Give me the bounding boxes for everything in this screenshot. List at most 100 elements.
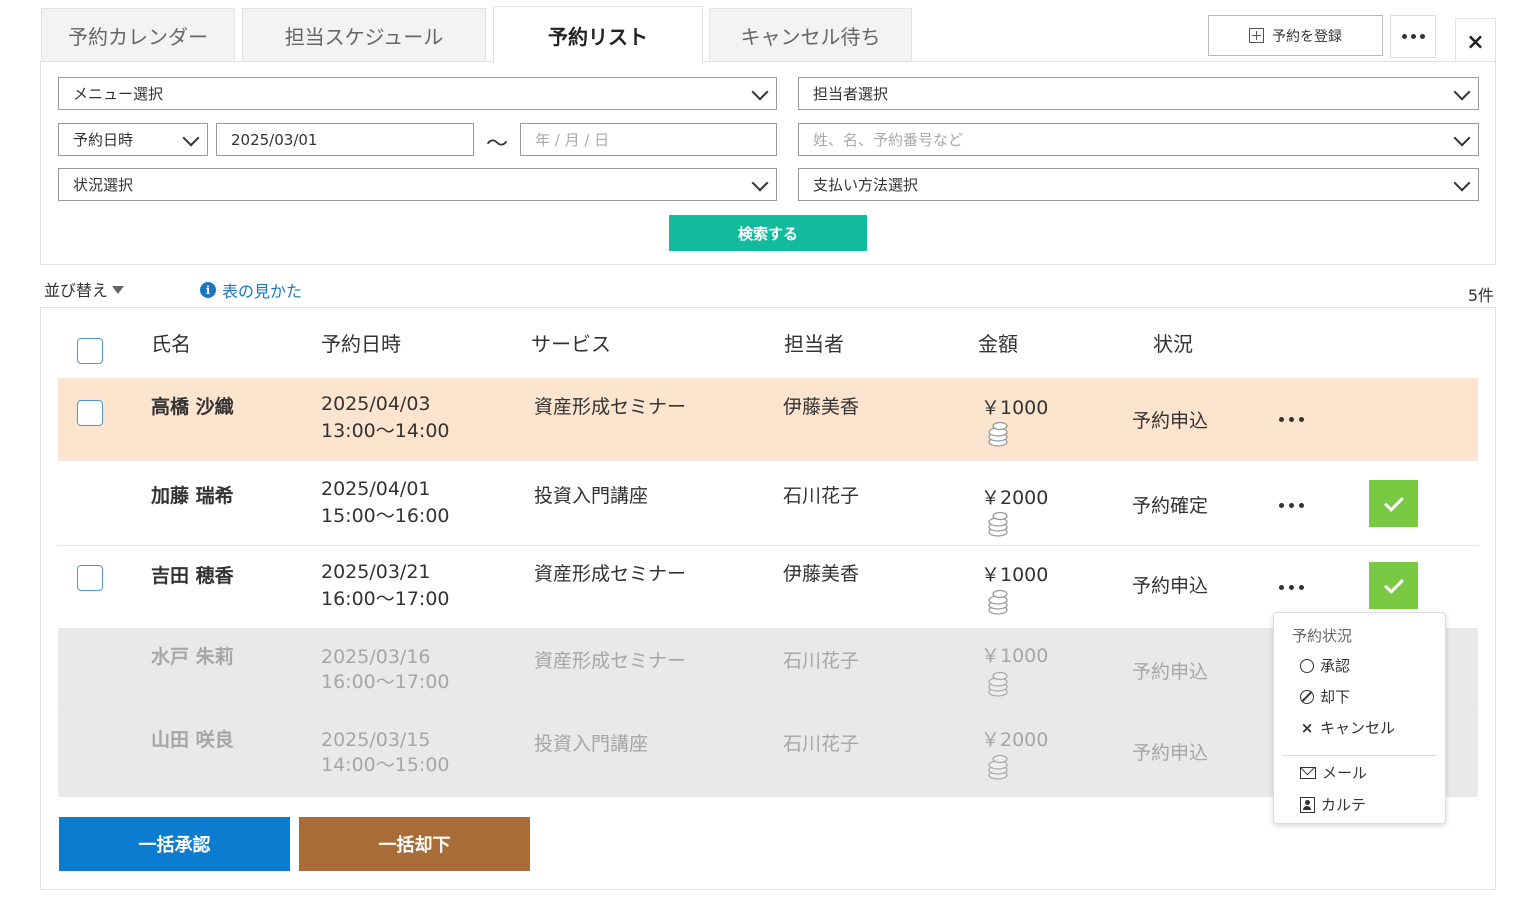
- row-staff: 石川花子: [783, 733, 860, 755]
- ban-icon: [1300, 689, 1314, 704]
- bulk-approve-label: 一括承認: [138, 835, 211, 856]
- more-dot: [1419, 34, 1425, 39]
- check-icon: [1383, 491, 1404, 512]
- more-dot: [1299, 503, 1304, 508]
- header-more-button[interactable]: [1390, 15, 1436, 58]
- table-help-link[interactable]: i 表の見かた: [200, 278, 302, 302]
- table-row: 山田 咲良 2025/03/15 14:00～15:00 投資入門講座 石川花子…: [58, 712, 1478, 797]
- menu-divider: [1282, 755, 1437, 756]
- row-service: 資産形成セミナー: [534, 650, 687, 672]
- table-row: 水戸 朱莉 2025/03/16 16:00～17:00 資産形成セミナー 石川…: [58, 629, 1478, 712]
- info-icon: i: [200, 282, 216, 298]
- more-dots-icon: [1279, 585, 1284, 590]
- row-date: 2025/04/03: [321, 393, 431, 415]
- date-to-placeholder: 年 / 月 / 日: [535, 131, 610, 149]
- menu-item-reject[interactable]: 却下: [1300, 686, 1350, 707]
- plus-square-icon: [1249, 28, 1264, 43]
- row-name: 吉田 穂香: [151, 565, 234, 587]
- more-dots-icon: [1401, 34, 1407, 39]
- row-status: 予約申込: [1132, 410, 1209, 432]
- row-time: 16:00～17:00: [321, 671, 450, 693]
- tab-label: 担当スケジュール: [284, 25, 444, 49]
- keyword-search-select[interactable]: 姓、名、予約番号など: [798, 123, 1479, 156]
- more-dot: [1289, 503, 1294, 508]
- row-service: 資産形成セミナー: [534, 563, 687, 585]
- tab-staff-schedule[interactable]: 担当スケジュール: [242, 8, 486, 62]
- patient-card-icon: [1300, 796, 1315, 813]
- row-more-button[interactable]: [1279, 585, 1304, 590]
- table-row[interactable]: 加藤 瑞希 2025/04/01 15:00～16:00 投資入門講座 石川花子…: [58, 463, 1478, 546]
- header-staff: 担当者: [784, 332, 844, 356]
- keyword-placeholder: 姓、名、予約番号など: [813, 131, 964, 149]
- row-checkbox[interactable]: [77, 400, 103, 426]
- date-from-value: 2025/03/01: [231, 130, 318, 149]
- date-type-select[interactable]: 予約日時: [58, 123, 208, 156]
- menu-label: カルテ: [1321, 796, 1367, 814]
- x-icon: ×: [1300, 718, 1314, 737]
- chevron-down-icon: [751, 174, 769, 192]
- caret-down-icon: [112, 286, 125, 294]
- table-row[interactable]: 吉田 穂香 2025/03/21 16:00～17:00 資産形成セミナー 伊藤…: [58, 546, 1478, 629]
- staff-select[interactable]: 担当者選択: [798, 77, 1479, 110]
- row-amount: ￥2000: [981, 487, 1049, 509]
- row-service: 投資入門講座: [534, 485, 649, 507]
- chevron-down-icon: [1453, 174, 1471, 192]
- tab-reservation-list[interactable]: 予約リスト: [493, 6, 703, 63]
- coin-stack-icon: [988, 421, 1008, 447]
- close-button[interactable]: ×: [1455, 18, 1496, 66]
- sort-dropdown[interactable]: 並び替え: [44, 277, 125, 301]
- row-name: 加藤 瑞希: [151, 485, 234, 507]
- bulk-approve-button[interactable]: 一括承認: [59, 817, 290, 871]
- tab-label: 予約カレンダー: [68, 25, 208, 49]
- coin-stack-icon: [988, 754, 1008, 780]
- row-amount: ￥1000: [981, 397, 1049, 419]
- date-type-value: 予約日時: [73, 131, 134, 149]
- status-select-value: 状況選択: [73, 176, 134, 194]
- date-from-input[interactable]: 2025/03/01: [216, 123, 474, 156]
- close-icon: ×: [1466, 30, 1485, 55]
- result-count: 5件: [1467, 286, 1494, 305]
- payment-select[interactable]: 支払い方法選択: [798, 168, 1479, 201]
- row-staff: 伊藤美香: [783, 396, 860, 418]
- search-button[interactable]: 検索する: [669, 215, 867, 251]
- row-more-button[interactable]: [1279, 417, 1304, 422]
- header-name: 氏名: [151, 332, 191, 356]
- menu-select-value: メニュー選択: [73, 85, 164, 103]
- tab-reservation-calendar[interactable]: 予約カレンダー: [41, 8, 235, 62]
- register-reservation-button[interactable]: 予約を登録: [1208, 15, 1383, 56]
- table-row[interactable]: 高橋 沙織 2025/04/03 13:00～14:00 資産形成セミナー 伊藤…: [58, 378, 1478, 461]
- header-amount: 金額: [978, 332, 1018, 356]
- more-dot: [1289, 585, 1294, 590]
- confirm-button[interactable]: [1369, 562, 1418, 609]
- row-amount: ￥1000: [981, 564, 1049, 586]
- select-all-checkbox[interactable]: [77, 338, 103, 364]
- row-more-button[interactable]: [1279, 503, 1304, 508]
- row-checkbox[interactable]: [77, 565, 103, 591]
- chevron-down-icon: [1453, 129, 1471, 147]
- date-to-input[interactable]: 年 / 月 / 日: [520, 123, 777, 156]
- row-time: 13:00～14:00: [321, 420, 450, 442]
- menu-item-approve[interactable]: 承認: [1300, 655, 1350, 676]
- more-dot: [1410, 34, 1416, 39]
- header-status: 状況: [1153, 332, 1193, 356]
- payment-select-value: 支払い方法選択: [813, 176, 919, 194]
- row-name: 山田 咲良: [151, 729, 234, 751]
- row-staff: 伊藤美香: [783, 563, 860, 585]
- bulk-reject-button[interactable]: 一括却下: [299, 817, 530, 871]
- menu-item-cancel[interactable]: × キャンセル: [1300, 717, 1395, 738]
- howto-label: 表の見かた: [222, 282, 303, 301]
- confirm-button[interactable]: [1369, 480, 1418, 527]
- status-select[interactable]: 状況選択: [58, 168, 777, 201]
- row-name: 水戸 朱莉: [151, 646, 234, 668]
- bulk-reject-label: 一括却下: [378, 835, 451, 856]
- coin-stack-icon: [988, 671, 1008, 697]
- menu-item-mail[interactable]: メール: [1300, 762, 1367, 783]
- row-service: 資産形成セミナー: [534, 396, 687, 418]
- check-icon: [1383, 573, 1404, 594]
- tab-label: 予約リスト: [548, 24, 648, 49]
- menu-select[interactable]: メニュー選択: [58, 77, 777, 110]
- row-time: 15:00～16:00: [321, 505, 450, 527]
- tab-cancel-waitlist[interactable]: キャンセル待ち: [709, 8, 912, 62]
- menu-label: 却下: [1320, 688, 1351, 706]
- menu-item-karte[interactable]: カルテ: [1300, 794, 1366, 815]
